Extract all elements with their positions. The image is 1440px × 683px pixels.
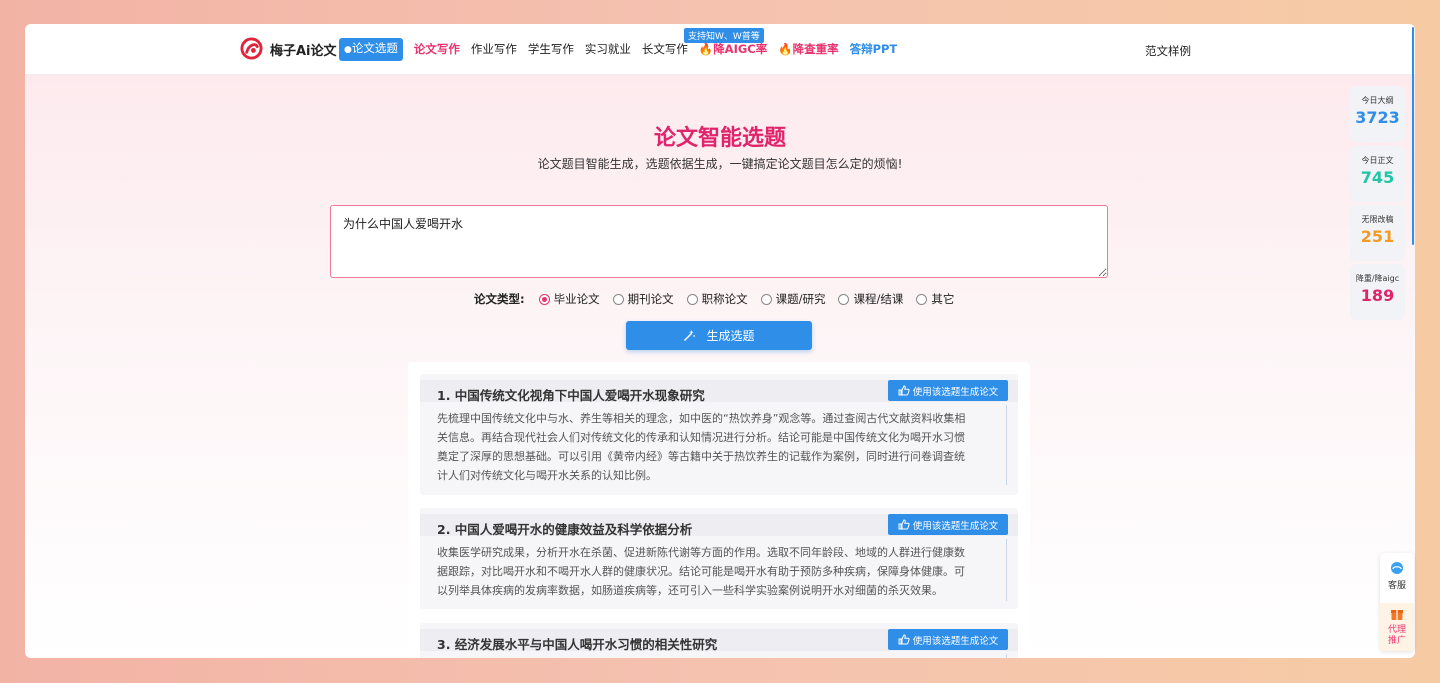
stat-body-today: 今日正文 745 bbox=[1350, 146, 1405, 202]
result-title: 1. 中国传统文化视角下中国人爱喝开水现象研究 bbox=[437, 388, 705, 403]
top-header: 梅子Ai论文 ●论文选题 论文写作 作业写作 学生写作 实习就业 长文写作 🔥降… bbox=[25, 24, 1415, 75]
results-panel: 1. 中国传统文化视角下中国人爱喝开水现象研究 使用该选题生成论文 先梳理中国传… bbox=[408, 362, 1030, 658]
type-option-title[interactable]: 职称论文 bbox=[686, 291, 748, 307]
result-card: 1. 中国传统文化视角下中国人爱喝开水现象研究 使用该选题生成论文 先梳理中国传… bbox=[420, 374, 1018, 495]
type-option-research[interactable]: 课题/研究 bbox=[760, 291, 825, 307]
magic-wand-icon bbox=[684, 329, 696, 341]
nav-samples[interactable]: 范文样例 bbox=[1145, 43, 1191, 59]
thumbs-up-icon bbox=[898, 519, 910, 530]
result-description: 收集医学研究成果，分析开水在杀菌、促进新陈代谢等方面的作用。选取不同年龄段、地域… bbox=[437, 546, 965, 597]
card-scroll-bar bbox=[1006, 654, 1007, 658]
floating-widget: 客服 代理 推广 bbox=[1380, 553, 1414, 651]
nav-internship[interactable]: 实习就业 bbox=[585, 39, 631, 60]
result-title: 2. 中国人爱喝开水的健康效益及科学依据分析 bbox=[437, 522, 693, 537]
thumbs-up-icon bbox=[898, 634, 910, 645]
agent-promo-button[interactable]: 代理 推广 bbox=[1380, 603, 1414, 651]
paper-type-selector: 论文类型: 毕业论文 期刊论文 职称论文 课题/研究 课程/结课 其它 bbox=[474, 291, 967, 307]
support-badge: 支持知W、W普等 bbox=[684, 28, 764, 43]
nav-homework-writing[interactable]: 作业写作 bbox=[471, 39, 517, 60]
generate-topics-button[interactable]: 生成选题 bbox=[626, 321, 812, 350]
use-topic-button[interactable]: 使用该选题生成论文 bbox=[888, 629, 1008, 650]
type-option-graduation[interactable]: 毕业论文 bbox=[538, 291, 600, 307]
brand-name[interactable]: 梅子Ai论文 bbox=[270, 40, 337, 59]
radio-checked[interactable] bbox=[538, 293, 550, 305]
nav-thesis-writing[interactable]: 论文写作 bbox=[414, 39, 460, 60]
nav-reduce-duplicate[interactable]: 🔥降查重率 bbox=[778, 39, 838, 60]
bulb-icon: ● bbox=[344, 45, 352, 55]
nav-topic-selection[interactable]: ●论文选题 bbox=[339, 38, 403, 61]
result-card: 3. 经济发展水平与中国人喝开水习惯的相关性研究 使用该选题生成论文 bbox=[420, 623, 1018, 658]
stat-reduce-aigc: 降重/降aigc 189 bbox=[1350, 264, 1405, 320]
card-scroll-bar bbox=[1006, 405, 1007, 485]
gift-icon bbox=[1391, 610, 1403, 620]
radio[interactable] bbox=[916, 293, 928, 305]
thumbs-up-icon bbox=[898, 385, 910, 396]
stat-unlimited-revisions: 无限改稿 251 bbox=[1350, 205, 1405, 261]
nav-student-writing[interactable]: 学生写作 bbox=[528, 39, 574, 60]
paper-type-label: 论文类型: bbox=[474, 292, 525, 306]
main-nav: ●论文选题 论文写作 作业写作 学生写作 实习就业 长文写作 🔥降AIGC率 🔥… bbox=[339, 38, 908, 61]
nav-long-writing[interactable]: 长文写作 bbox=[642, 39, 688, 60]
page-title: 论文智能选题 bbox=[653, 126, 786, 151]
customer-service-button[interactable]: 客服 bbox=[1380, 559, 1414, 603]
type-option-course[interactable]: 课程/结课 bbox=[838, 291, 903, 307]
app-window: 梅子Ai论文 ●论文选题 论文写作 作业写作 学生写作 实习就业 长文写作 🔥降… bbox=[25, 24, 1415, 658]
radio[interactable] bbox=[760, 293, 772, 305]
topic-input[interactable] bbox=[330, 205, 1108, 278]
type-option-journal[interactable]: 期刊论文 bbox=[612, 291, 674, 307]
result-title: 3. 经济发展水平与中国人喝开水习惯的相关性研究 bbox=[437, 637, 718, 652]
brand-logo-icon[interactable] bbox=[240, 37, 263, 60]
use-topic-button[interactable]: 使用该选题生成论文 bbox=[888, 380, 1008, 401]
card-scroll-bar bbox=[1006, 539, 1007, 601]
radio[interactable] bbox=[686, 293, 698, 305]
page-subtitle: 论文题目智能生成，选题依据生成，一键搞定论文题目怎么定的烦恼! bbox=[537, 157, 903, 171]
type-option-other[interactable]: 其它 bbox=[916, 291, 954, 307]
flame-icon: 🔥 bbox=[698, 42, 714, 56]
radio[interactable] bbox=[838, 293, 850, 305]
flame-icon: 🔥 bbox=[778, 42, 793, 56]
radio[interactable] bbox=[612, 293, 624, 305]
result-card: 2. 中国人爱喝开水的健康效益及科学依据分析 使用该选题生成论文 收集医学研究成… bbox=[420, 508, 1018, 609]
stat-outline-today: 今日大纲 3723 bbox=[1350, 86, 1405, 142]
use-topic-button[interactable]: 使用该选题生成论文 bbox=[888, 514, 1008, 535]
nav-defense-ppt[interactable]: 答辩PPT bbox=[850, 39, 898, 60]
result-description: 先梳理中国传统文化中与水、养生等相关的理念，如中医的“热饮养身”观念等。通过查阅… bbox=[437, 412, 966, 482]
headset-icon bbox=[1391, 562, 1403, 574]
